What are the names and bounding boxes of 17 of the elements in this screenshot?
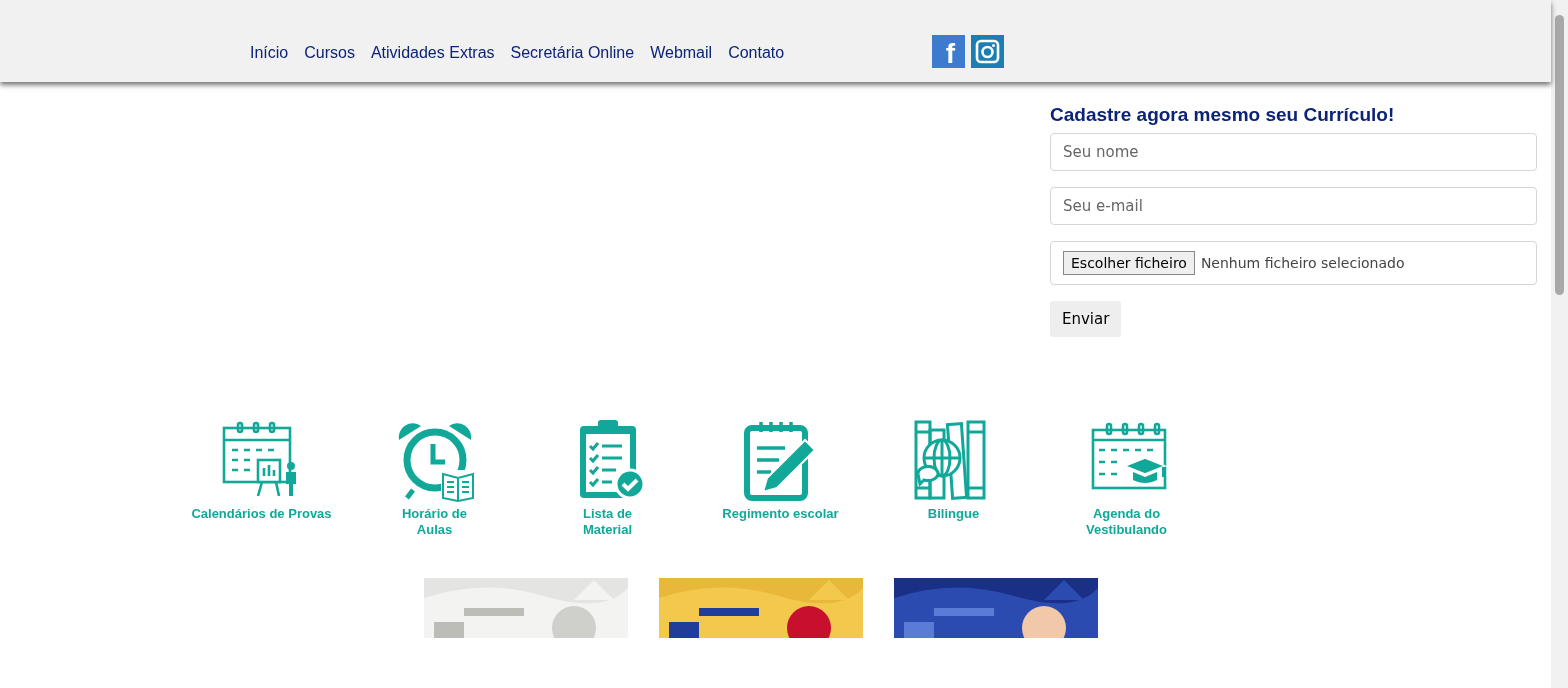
name-field[interactable]: Seu nome (1050, 133, 1537, 171)
scrollbar[interactable] (1551, 0, 1568, 688)
choose-file-button[interactable]: Escolher ficheiro (1063, 251, 1195, 275)
scroll-thumb[interactable] (1555, 15, 1564, 295)
nav-link[interactable]: Webmail (650, 44, 713, 62)
nav-link[interactable]: Início (250, 44, 289, 62)
form-title: Cadastre agora mesmo seu Currículo! (1050, 104, 1396, 126)
email-field[interactable]: Seu e-mail (1050, 187, 1537, 225)
nav-link[interactable]: Cursos (304, 44, 355, 62)
facebook-link[interactable]: f (932, 35, 965, 68)
file-field[interactable]: Escolher ficheiro Nenhum ficheiro selecionado (1050, 241, 1537, 285)
file-status: Nenhum ficheiro selecionado (1200, 255, 1405, 271)
nav-link[interactable]: Contato (728, 44, 785, 62)
submit-button[interactable]: Enviar (1050, 301, 1122, 337)
nav-link[interactable]: Secretária Online (510, 44, 635, 62)
nav-link[interactable]: Atividades Extras (370, 44, 495, 62)
camera-icon[interactable] (971, 35, 1004, 68)
